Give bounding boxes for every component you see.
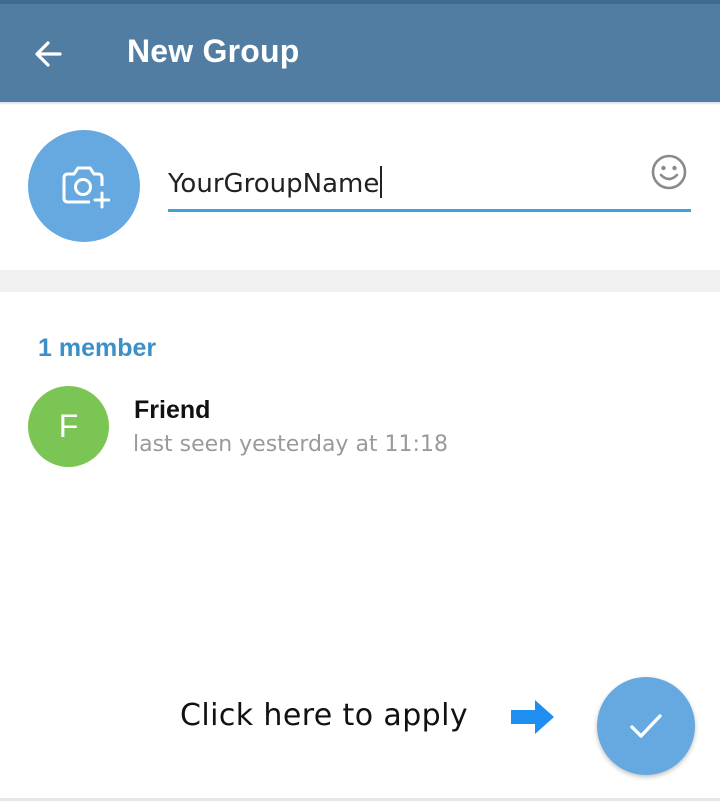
text-caret bbox=[380, 166, 383, 198]
app-header: New Group bbox=[0, 4, 720, 102]
create-group-confirm-button[interactable] bbox=[597, 677, 695, 775]
group-photo-button[interactable] bbox=[28, 130, 140, 242]
smiley-icon bbox=[651, 154, 687, 190]
members-count-header: 1 member bbox=[38, 334, 157, 362]
arrow-right-icon bbox=[511, 700, 554, 734]
header-shadow bbox=[0, 102, 720, 105]
back-button[interactable] bbox=[30, 34, 70, 74]
check-icon bbox=[630, 714, 662, 738]
member-avatar: F bbox=[28, 386, 109, 467]
arrow-left-icon bbox=[35, 41, 62, 67]
camera-add-icon bbox=[62, 166, 110, 209]
emoji-button[interactable] bbox=[650, 153, 688, 191]
member-name: Friend bbox=[134, 396, 211, 424]
group-name-value[interactable]: YourGroupName bbox=[168, 166, 383, 199]
group-name-input[interactable]: YourGroupName bbox=[168, 158, 691, 212]
member-list-item[interactable]: F Friend last seen yesterday at 11:18 bbox=[0, 380, 720, 474]
apply-hint-text: Click here to apply bbox=[180, 698, 468, 733]
member-last-seen: last seen yesterday at 11:18 bbox=[133, 432, 448, 457]
page-title: New Group bbox=[127, 33, 300, 69]
section-separator bbox=[0, 270, 720, 292]
